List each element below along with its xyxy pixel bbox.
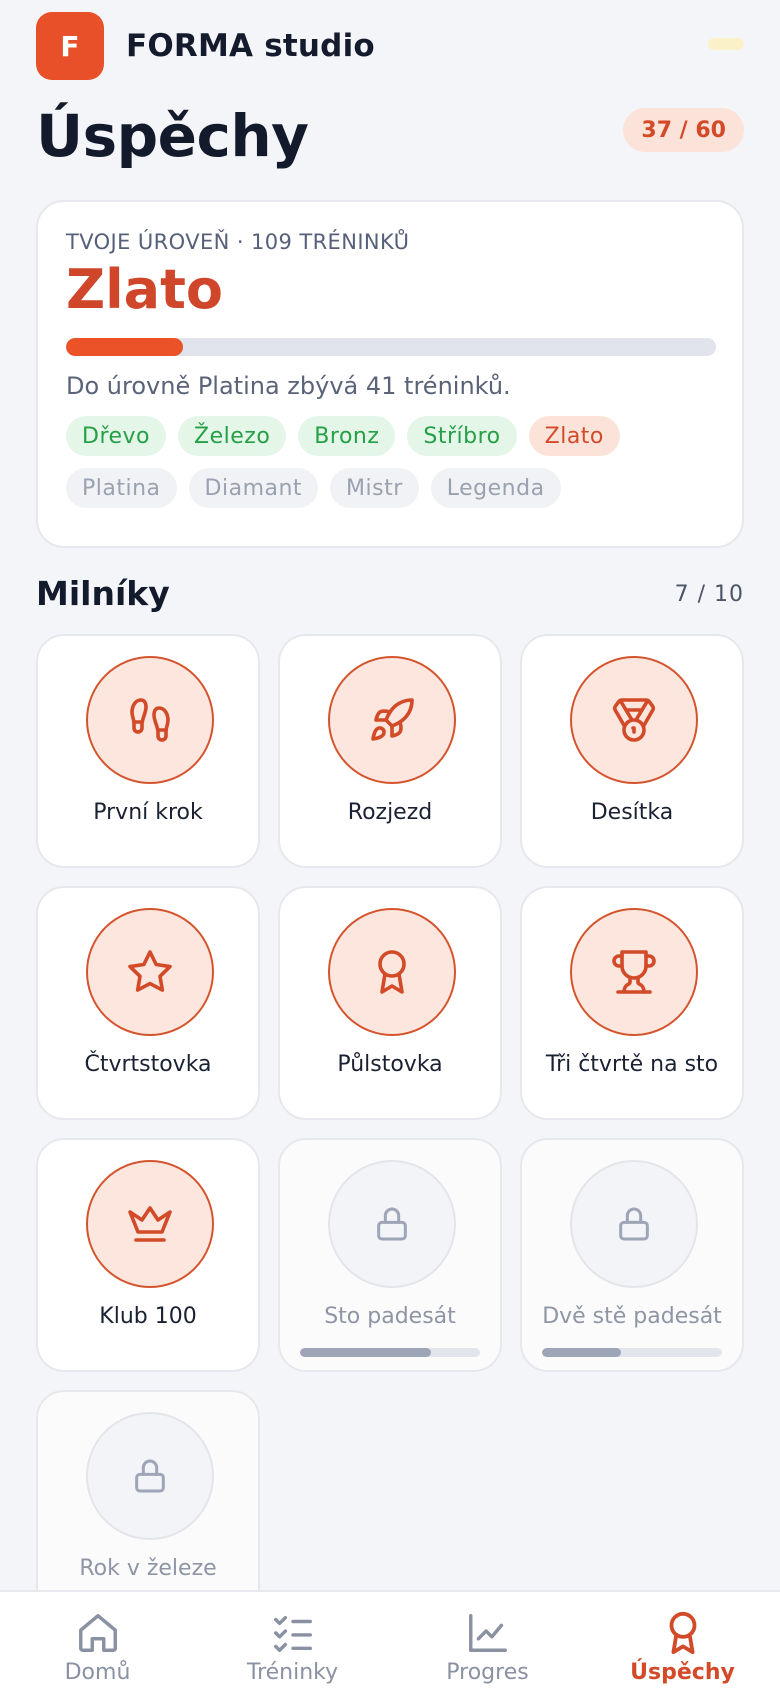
nav-item-progress[interactable]: Progres: [390, 1592, 585, 1688]
nav-item-achievements[interactable]: Úspěchy: [585, 1592, 780, 1688]
milestone-tile[interactable]: Desítka: [520, 634, 744, 868]
header-indicator: [708, 38, 744, 50]
milestone-label: Rok v železe: [79, 1556, 217, 1581]
badge-circle: [328, 908, 456, 1036]
app-header: F FORMA studio: [36, 12, 744, 80]
milestone-label: Sto padesát: [324, 1304, 456, 1329]
app-logo[interactable]: F: [36, 12, 104, 80]
milestone-tile[interactable]: Půlstovka: [278, 886, 502, 1120]
badge-circle: [86, 656, 214, 784]
milestone-label: Desítka: [590, 800, 674, 825]
level-caption: TVOJE ÚROVEŇ · 109 TRÉNINKŮ: [66, 230, 410, 254]
tier-chip: Legenda: [430, 468, 561, 508]
badge-circle: [570, 908, 698, 1036]
milestone-label: Rozjezd: [347, 800, 433, 825]
achievements-count: 37 / 60: [641, 117, 726, 143]
milestone-label: První krok: [93, 800, 203, 825]
level-card: TVOJE ÚROVEŇ · 109 TRÉNINKŮ Zlato Do úro…: [36, 200, 744, 548]
milestone-tile[interactable]: První krok: [36, 634, 260, 868]
badge-circle: [328, 1160, 456, 1288]
lock-icon: [377, 1207, 407, 1241]
tier-chip: Bronz: [298, 416, 396, 456]
tier-chip: Mistr: [330, 468, 419, 508]
achievements-count-badge: 37 / 60: [623, 108, 744, 152]
nav-item-workouts[interactable]: Tréninky: [195, 1592, 390, 1688]
milestone-label: Půlstovka: [337, 1052, 443, 1077]
milestone-tile[interactable]: Klub 100: [36, 1138, 260, 1372]
footprints-icon: [130, 698, 170, 742]
page-title: Úspěchy: [36, 102, 309, 170]
milestones-title: Milníky: [36, 574, 170, 613]
nav-item-home[interactable]: Domů: [0, 1592, 195, 1688]
milestone-label: Tři čtvrtě na sto: [545, 1052, 719, 1077]
milestone-tile-locked[interactable]: Dvě stě padesát: [520, 1138, 744, 1372]
badge-circle: [570, 1160, 698, 1288]
badge-circle: [86, 1412, 214, 1540]
tier-chip: Železo: [178, 416, 287, 456]
milestone-progress-bar: [300, 1348, 480, 1357]
badge-circle: [86, 1160, 214, 1288]
lock-icon: [619, 1207, 649, 1241]
level-name: Zlato: [66, 258, 224, 321]
medal-icon: [612, 698, 655, 742]
milestone-label: Čtvrtstovka: [84, 1052, 212, 1077]
crown-icon: [128, 1206, 172, 1242]
tier-chip: Platina: [66, 468, 177, 508]
nav-label: Tréninky: [246, 1660, 339, 1685]
award-icon: [669, 1611, 696, 1655]
milestone-tile-locked[interactable]: Sto padesát: [278, 1138, 502, 1372]
level-progress-fill: [66, 338, 183, 356]
home-icon: [78, 1614, 117, 1652]
milestone-progress-bar: [542, 1348, 722, 1357]
milestone-label: Klub 100: [99, 1304, 197, 1329]
milestone-progress-fill: [542, 1348, 622, 1357]
tier-chip: Diamant: [188, 468, 319, 508]
level-note: Do úrovně Platina zbývá 41 tréninků.: [66, 372, 511, 400]
milestone-progress-fill: [300, 1348, 432, 1357]
chart-icon: [468, 1614, 507, 1652]
nav-label: Progres: [446, 1660, 529, 1685]
milestone-tile[interactable]: Rozjezd: [278, 634, 502, 868]
logo-letter: F: [60, 29, 80, 63]
tier-list: Dřevo Železo Bronz Stříbro Zlato Platina…: [66, 416, 726, 508]
tier-chip: Zlato: [528, 416, 620, 456]
bottom-nav: Domů Tréninky Progres Úspěchy: [0, 1590, 780, 1688]
milestones-grid: První krok Rozjezd Desítka Čtvrtstovka P…: [36, 634, 744, 1624]
milestone-label: Dvě stě padesát: [542, 1304, 722, 1329]
milestone-tile-locked[interactable]: Rok v železe: [36, 1390, 260, 1624]
milestone-tile[interactable]: Čtvrtstovka: [36, 886, 260, 1120]
tier-chip: Dřevo: [66, 416, 167, 456]
rocket-icon: [371, 698, 414, 741]
tier-chip: Stříbro: [407, 416, 517, 456]
star-icon: [128, 950, 172, 992]
lock-icon: [135, 1459, 165, 1493]
nav-label: Úspěchy: [630, 1660, 735, 1685]
badge-circle: [570, 656, 698, 784]
checklist-icon: [273, 1615, 312, 1652]
nav-label: Domů: [64, 1660, 131, 1685]
trophy-icon: [612, 950, 656, 994]
level-progress-bar: [66, 338, 716, 356]
badge-circle: [328, 656, 456, 784]
milestones-count: 7 / 10: [674, 582, 744, 607]
award-ribbon-icon: [378, 950, 406, 994]
badge-circle: [86, 908, 214, 1036]
milestone-tile[interactable]: Tři čtvrtě na sto: [520, 886, 744, 1120]
app-name: FORMA studio: [126, 28, 375, 64]
